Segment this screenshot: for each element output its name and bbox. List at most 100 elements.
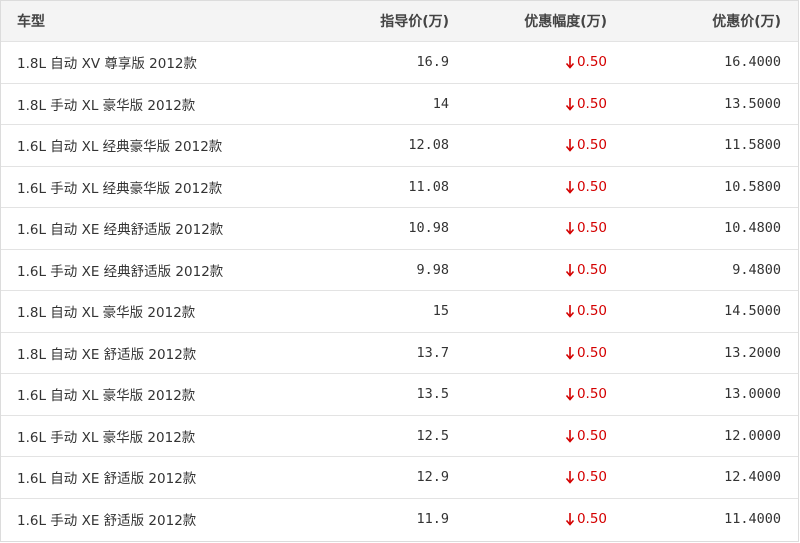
- discount-value: 0.50: [576, 54, 607, 71]
- discount-cell: 0.50: [449, 499, 607, 540]
- model-name: 1.6L 手动 XE 舒适版 2012款: [17, 512, 197, 529]
- model-name: 1.6L 自动 XE 经典舒适版 2012款: [17, 222, 224, 239]
- final-price: 11.4000: [724, 510, 781, 527]
- table-row: 1.6L 手动 XL 豪华版 2012款 12.5 0.50 12.0000: [1, 414, 798, 457]
- final-price: 14.5000: [724, 303, 781, 320]
- down-arrow-icon: [565, 345, 575, 361]
- table-header: 车型 指导价(万) 优惠幅度(万) 优惠价(万): [1, 1, 798, 41]
- final-price: 12.4000: [724, 469, 781, 486]
- guide-price: 12.5: [416, 427, 449, 444]
- discount-cell: 0.50: [449, 374, 607, 415]
- discount-value: 0.50: [576, 95, 607, 112]
- model-name: 1.8L 自动 XE 舒适版 2012款: [17, 346, 197, 363]
- final-price: 13.5000: [724, 95, 781, 112]
- table-row: 1.6L 自动 XE 舒适版 2012款 12.9 0.50 12.4000: [1, 456, 798, 498]
- model-name: 1.6L 手动 XL 豪华版 2012款: [17, 429, 196, 446]
- final-price: 10.4800: [724, 220, 781, 237]
- header-guide-price: 指导价(万): [380, 14, 449, 30]
- header-final-price: 优惠价(万): [712, 14, 781, 30]
- discount-cell: 0.50: [449, 250, 607, 291]
- table-row: 1.6L 手动 XE 经典舒适版 2012款 9.98 0.50 9.4800: [1, 248, 798, 291]
- discount-cell: 0.50: [449, 167, 607, 208]
- table-row: 1.8L 自动 XE 舒适版 2012款 13.7 0.50 13.2000: [1, 331, 798, 374]
- discount-amount: 0.50: [565, 428, 607, 444]
- discount-cell: 0.50: [449, 125, 607, 166]
- model-name: 1.6L 自动 XE 舒适版 2012款: [17, 471, 197, 488]
- table-row: 1.6L 手动 XL 经典豪华版 2012款 11.08 0.50 10.5800: [1, 165, 798, 208]
- final-price: 11.5800: [724, 137, 781, 154]
- down-arrow-icon: [565, 179, 575, 195]
- down-arrow-icon: [565, 96, 575, 112]
- table-row: 1.8L 手动 XL 豪华版 2012款 14 0.50 13.5000: [1, 82, 798, 125]
- discount-amount: 0.50: [565, 54, 607, 70]
- discount-cell: 0.50: [449, 333, 607, 374]
- down-arrow-icon: [565, 54, 575, 70]
- discount-cell: 0.50: [449, 291, 607, 332]
- final-price: 9.4800: [732, 261, 781, 278]
- down-arrow-icon: [565, 428, 575, 444]
- discount-amount: 0.50: [565, 179, 607, 195]
- discount-amount: 0.50: [565, 345, 607, 361]
- guide-price: 14: [432, 95, 449, 112]
- discount-cell: 0.50: [449, 208, 607, 249]
- discount-cell: 0.50: [449, 416, 607, 457]
- model-name: 1.6L 手动 XE 经典舒适版 2012款: [17, 263, 224, 280]
- model-name: 1.6L 手动 XL 经典豪华版 2012款: [17, 180, 223, 197]
- final-price: 13.0000: [724, 386, 781, 403]
- discount-amount: 0.50: [565, 262, 607, 278]
- guide-price: 16.9: [416, 54, 449, 71]
- final-price: 12.0000: [724, 427, 781, 444]
- guide-price: 9.98: [416, 261, 449, 278]
- table-row: 1.6L 手动 XE 舒适版 2012款 11.9 0.50 11.4000: [1, 497, 798, 540]
- guide-price: 15: [432, 303, 449, 320]
- guide-price: 11.9: [416, 510, 449, 527]
- down-arrow-icon: [565, 386, 575, 402]
- table-row: 1.6L 自动 XE 经典舒适版 2012款 10.98 0.50 10.4800: [1, 207, 798, 249]
- down-arrow-icon: [565, 511, 575, 527]
- discount-cell: 0.50: [449, 42, 607, 83]
- header-model: 车型: [17, 14, 45, 30]
- discount-value: 0.50: [576, 344, 607, 361]
- model-name: 1.8L 手动 XL 豪华版 2012款: [17, 97, 196, 114]
- table-row: 1.6L 自动 XL 豪华版 2012款 13.5 0.50 13.0000: [1, 373, 798, 415]
- discount-value: 0.50: [576, 220, 607, 237]
- guide-price: 13.7: [416, 344, 449, 361]
- discount-amount: 0.50: [565, 220, 607, 236]
- discount-value: 0.50: [576, 386, 607, 403]
- price-table: 车型 指导价(万) 优惠幅度(万) 优惠价(万) 1.8L 自动 XV 尊享版 …: [0, 0, 799, 542]
- down-arrow-icon: [565, 220, 575, 236]
- model-name: 1.6L 自动 XL 经典豪华版 2012款: [17, 139, 223, 156]
- header-discount: 优惠幅度(万): [524, 14, 607, 30]
- model-name: 1.8L 自动 XL 豪华版 2012款: [17, 305, 196, 322]
- guide-price: 13.5: [416, 386, 449, 403]
- discount-value: 0.50: [576, 303, 607, 320]
- discount-amount: 0.50: [565, 469, 607, 485]
- final-price: 16.4000: [724, 54, 781, 71]
- down-arrow-icon: [565, 137, 575, 153]
- final-price: 10.5800: [724, 178, 781, 195]
- model-name: 1.6L 自动 XL 豪华版 2012款: [17, 388, 196, 405]
- discount-value: 0.50: [576, 137, 607, 154]
- discount-amount: 0.50: [565, 96, 607, 112]
- down-arrow-icon: [565, 303, 575, 319]
- discount-value: 0.50: [576, 510, 607, 527]
- guide-price: 12.9: [416, 469, 449, 486]
- table-row: 1.8L 自动 XV 尊享版 2012款 16.9 0.50 16.4000: [1, 41, 798, 83]
- down-arrow-icon: [565, 469, 575, 485]
- discount-amount: 0.50: [565, 303, 607, 319]
- guide-price: 11.08: [408, 178, 449, 195]
- discount-amount: 0.50: [565, 386, 607, 402]
- discount-amount: 0.50: [565, 511, 607, 527]
- discount-cell: 0.50: [449, 457, 607, 498]
- discount-value: 0.50: [576, 469, 607, 486]
- table-row: 1.8L 自动 XL 豪华版 2012款 15 0.50 14.5000: [1, 290, 798, 332]
- discount-value: 0.50: [576, 427, 607, 444]
- final-price: 13.2000: [724, 344, 781, 361]
- discount-value: 0.50: [576, 178, 607, 195]
- discount-value: 0.50: [576, 261, 607, 278]
- guide-price: 10.98: [408, 220, 449, 237]
- discount-cell: 0.50: [449, 84, 607, 125]
- table-row: 1.6L 自动 XL 经典豪华版 2012款 12.08 0.50 11.5800: [1, 124, 798, 166]
- guide-price: 12.08: [408, 137, 449, 154]
- model-name: 1.8L 自动 XV 尊享版 2012款: [17, 56, 197, 73]
